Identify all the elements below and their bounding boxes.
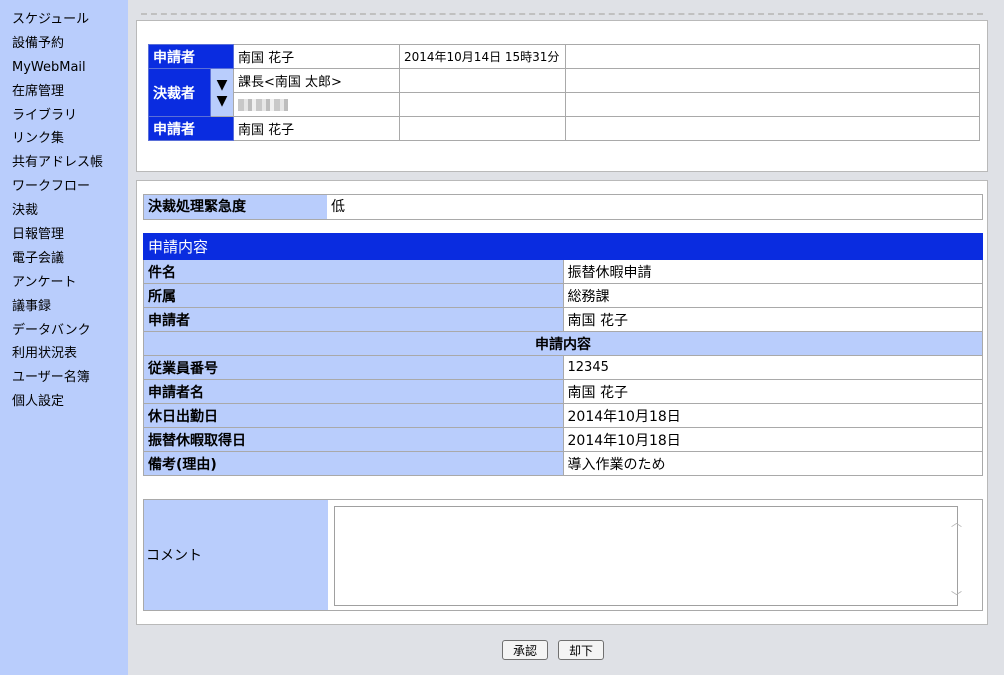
approver-label: 決裁者 [148, 68, 211, 117]
table-row: 申請者 南国 花子 [143, 307, 983, 332]
row-label: 休日出勤日 [143, 403, 564, 428]
scroll-down-icon[interactable]: ﹀ [951, 588, 962, 604]
sidebar-item-presence[interactable]: 在席管理 [12, 80, 128, 104]
table-row: 件名 振替休暇申請 [143, 259, 983, 284]
applicant-name: 南国 花子 [233, 44, 400, 69]
sidebar-item-survey[interactable]: アンケート [12, 271, 128, 295]
row-value: 南国 花子 [562, 307, 983, 332]
table-row: 休日出勤日 2014年10月18日 [143, 403, 983, 428]
sidebar-item-user-directory[interactable]: ユーザー名簿 [12, 366, 128, 390]
sidebar-item-facility[interactable]: 設備予約 [12, 32, 128, 56]
row-label: 備考(理由) [143, 451, 564, 476]
reject-button[interactable]: 却下 [558, 640, 605, 660]
sidebar-item-usage[interactable]: 利用状況表 [12, 342, 128, 366]
table-row: 申請者名 南国 花子 [143, 379, 983, 404]
table-row: 所属 総務課 [143, 283, 983, 308]
sidebar-item-personal-settings[interactable]: 個人設定 [12, 390, 128, 414]
row-value: 振替休暇申請 [562, 259, 983, 284]
sidebar: スケジュール 設備予約 MyWebMail 在席管理 ライブラリ リンク集 共有… [0, 0, 128, 675]
row-value: 2014年10月18日 [562, 427, 983, 452]
sidebar-item-approval[interactable]: 決裁 [12, 199, 128, 223]
row-value: 総務課 [562, 283, 983, 308]
applicant-label: 申請者 [148, 44, 234, 69]
details-title: 申請内容 [143, 233, 983, 260]
request-details-table: 申請内容 件名 振替休暇申請 所属 総務課 申請者 南国 花子 申請内容 従業員… [143, 233, 983, 476]
approver-1: 課長<南国 太郎> [233, 68, 400, 93]
sidebar-item-daily-report[interactable]: 日報管理 [12, 223, 128, 247]
scroll-up-icon[interactable]: ︿ [951, 514, 962, 530]
main-content: 申請者 南国 花子 2014年10月14日 15時31分 決裁者 ▼ ▼ 課長<… [128, 0, 1004, 675]
row-value: 12345 [562, 355, 983, 380]
sidebar-item-workflow[interactable]: ワークフロー [12, 175, 128, 199]
sidebar-item-minutes[interactable]: 議事録 [12, 295, 128, 319]
row-label: 申請者 [143, 307, 564, 332]
arrow-down-icon: ▼ [216, 76, 228, 93]
row-label: 振替休暇取得日 [143, 427, 564, 452]
route-arrows: ▼ ▼ [210, 68, 234, 117]
row-value: 南国 花子 [562, 379, 983, 404]
approver-2 [233, 92, 400, 117]
row-value: 導入作業のため [562, 451, 983, 476]
comment-textarea[interactable] [334, 506, 958, 606]
action-buttons: 承認 却下 [502, 640, 605, 660]
row-label: 従業員番号 [143, 355, 564, 380]
comment-label: コメント [144, 500, 328, 610]
urgency-label: 決裁処理緊急度 [144, 195, 327, 219]
blurred-name [238, 98, 288, 111]
approve-button[interactable]: 承認 [502, 640, 549, 660]
table-row: 振替休暇取得日 2014年10月18日 [143, 427, 983, 452]
sidebar-item-databank[interactable]: データバンク [12, 319, 128, 343]
final-applicant-name: 南国 花子 [233, 116, 400, 141]
comment-row: コメント ︿ ﹀ [143, 499, 983, 611]
row-label: 所属 [143, 283, 564, 308]
arrow-down-icon: ▼ [216, 92, 228, 109]
sidebar-item-links[interactable]: リンク集 [12, 127, 128, 151]
approval-route-table: 申請者 南国 花子 2014年10月14日 15時31分 決裁者 ▼ ▼ 課長<… [148, 44, 980, 141]
row-label: 申請者名 [143, 379, 564, 404]
applied-at: 2014年10月14日 15時31分 [399, 44, 566, 69]
final-applicant-label: 申請者 [148, 116, 234, 141]
sidebar-item-library[interactable]: ライブラリ [12, 104, 128, 128]
sidebar-item-webmail[interactable]: MyWebMail [12, 56, 128, 80]
details-subheader: 申請内容 [143, 331, 983, 356]
table-row: 備考(理由) 導入作業のため [143, 451, 983, 476]
approval-route-panel: 申請者 南国 花子 2014年10月14日 15時31分 決裁者 ▼ ▼ 課長<… [136, 13, 988, 172]
table-row: 従業員番号 12345 [143, 355, 983, 380]
sidebar-item-conference[interactable]: 電子会議 [12, 247, 128, 271]
dashed-divider [141, 13, 983, 15]
row-label: 件名 [143, 259, 564, 284]
request-detail-panel: 決裁処理緊急度 低 申請内容 件名 振替休暇申請 所属 総務課 申請者 南国 花… [136, 180, 988, 625]
urgency-value: 低 [331, 199, 345, 215]
row-value: 2014年10月18日 [562, 403, 983, 428]
sidebar-item-address-book[interactable]: 共有アドレス帳 [12, 151, 128, 175]
urgency-row: 決裁処理緊急度 低 [143, 194, 983, 220]
sidebar-item-schedule[interactable]: スケジュール [12, 8, 128, 32]
